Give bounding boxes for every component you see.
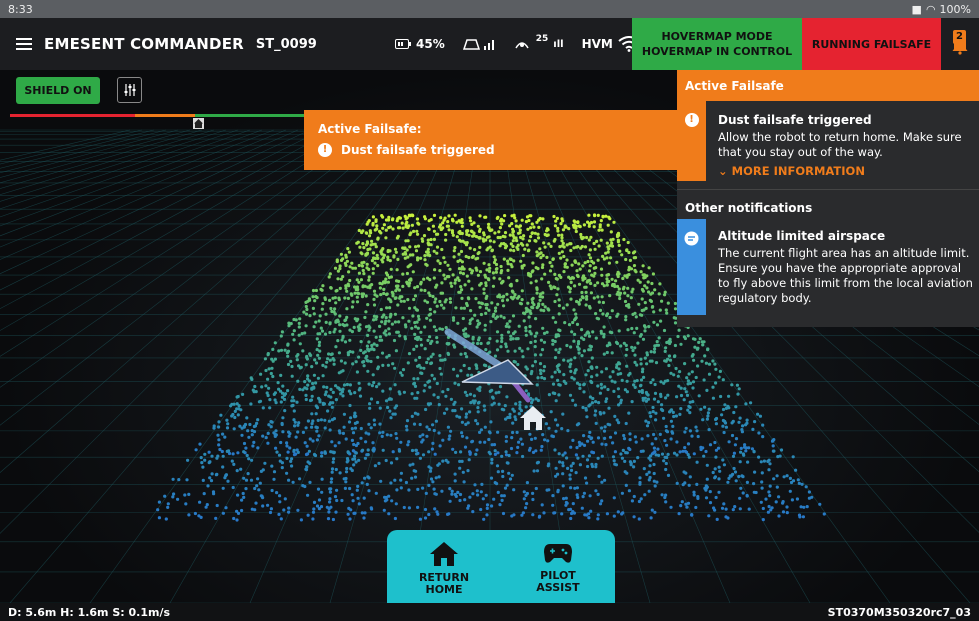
hvm-label: HVM [581,37,613,51]
notification-panel: Active Failsafe ! Dust failsafe triggere… [677,70,979,327]
notifications-button[interactable]: 2 [941,18,979,70]
more-information-link[interactable]: ⌄ MORE INFORMATION [718,164,975,179]
app-bar: EMESENT COMMANDER ST_0099 45% 25 ıll HVM… [0,18,979,70]
active-failsafe-text: Dust failsafe triggered Allow the robot … [706,101,979,181]
return-home-label-2: HOME [425,583,463,596]
altitude-notification-title: Altitude limited airspace [718,229,886,243]
altitude-notification-body: The current flight area has an altitude … [718,246,973,305]
pilot-assist-label-2: ASSIST [536,581,580,594]
running-failsafe-status[interactable]: RUNNING FAILSAFE [802,18,941,70]
telemetry-footer: D: 5.6m H: 1.6m S: 0.1m/s ST0370M350320r… [0,603,979,621]
toast-message-row: ! Dust failsafe triggered [318,143,664,157]
notification-badge: 2 [953,30,966,44]
battery-level: 45% [416,37,445,51]
home-small-icon [194,119,203,128]
range-indicator-green [195,114,305,117]
pilot-assist-button[interactable]: PILOT ASSIST [501,530,615,603]
battery-icon [395,39,411,49]
range-indicator-orange [135,114,195,117]
hovermap-mode-status[interactable]: HOVERMAP MODE HOVERMAP IN CONTROL [632,18,802,70]
commander-screen: 8:33 ■ ◠ 100% EMESENT COMMANDER ST_0099 … [0,0,979,621]
active-failsafe-title: Dust failsafe triggered [718,113,872,127]
active-failsafe-toast[interactable]: Active Failsafe: ! Dust failsafe trigger… [304,110,678,170]
return-home-button[interactable]: RETURN HOME [387,530,501,603]
satellite-icon [515,42,529,49]
app-title: EMESENT COMMANDER [44,35,244,53]
telemetry-readout: D: 5.6m H: 1.6m S: 0.1m/s [8,605,171,619]
failsafe-label: RUNNING FAILSAFE [811,37,932,51]
status-indicators: 45% 25 ıll HVM [395,18,640,70]
battery-indicator: 45% [395,37,445,51]
gamepad-icon [544,544,572,563]
active-failsafe-item[interactable]: ! Dust failsafe triggered Allow the robo… [677,101,979,181]
active-failsafe-body: Allow the robot to return home. Make sur… [718,130,962,159]
altitude-notification-item[interactable]: Altitude limited airspace The current fl… [677,219,979,315]
other-notifications-header: Other notifications [677,189,979,219]
action-dock: RETURN HOME PILOT ASSIST [387,530,615,603]
mode-control: HOVERMAP IN CONTROL [641,45,793,58]
home-icon [430,542,458,566]
chat-icon [684,231,699,246]
toast-title: Active Failsafe: [318,122,422,136]
gps-signal-bars: ıll [553,38,564,50]
mode-title: HOVERMAP MODE [661,30,773,43]
alert-icon: ! [318,143,332,157]
wifi-status-icon: ◠ [925,2,936,16]
lock-icon: ■ [911,2,922,16]
home-position-marker [193,118,204,129]
link-indicator [462,37,495,51]
system-status-bar: 8:33 ■ ◠ 100% [0,0,979,18]
altitude-notification-bar [677,219,706,315]
signal-icon [462,39,494,50]
shield-toggle-button[interactable]: SHIELD ON [16,77,100,104]
active-failsafe-bar: ! [677,101,706,181]
more-information-label: MORE INFORMATION [731,164,865,178]
menu-icon[interactable] [16,38,32,50]
range-indicator-red [10,114,135,117]
system-status-icons: ■ ◠ 100% [912,3,971,16]
clock: 8:33 [8,2,33,16]
system-battery-label: 100% [939,2,971,16]
sliders-icon [124,84,135,96]
alert-icon: ! [684,113,699,127]
settings-button[interactable] [117,77,142,103]
toast-message: Dust failsafe triggered [341,143,495,157]
active-failsafe-header: Active Failsafe [677,70,979,101]
device-id: ST_0099 [255,36,317,52]
satellite-count: 25 [535,34,549,44]
chevron-down-icon: ⌄ [718,164,728,178]
gps-indicator: 25 ıll [513,34,564,52]
build-id: ST0370M350320rc7_03 [827,605,971,619]
altitude-notification-text: Altitude limited airspace The current fl… [706,219,979,315]
